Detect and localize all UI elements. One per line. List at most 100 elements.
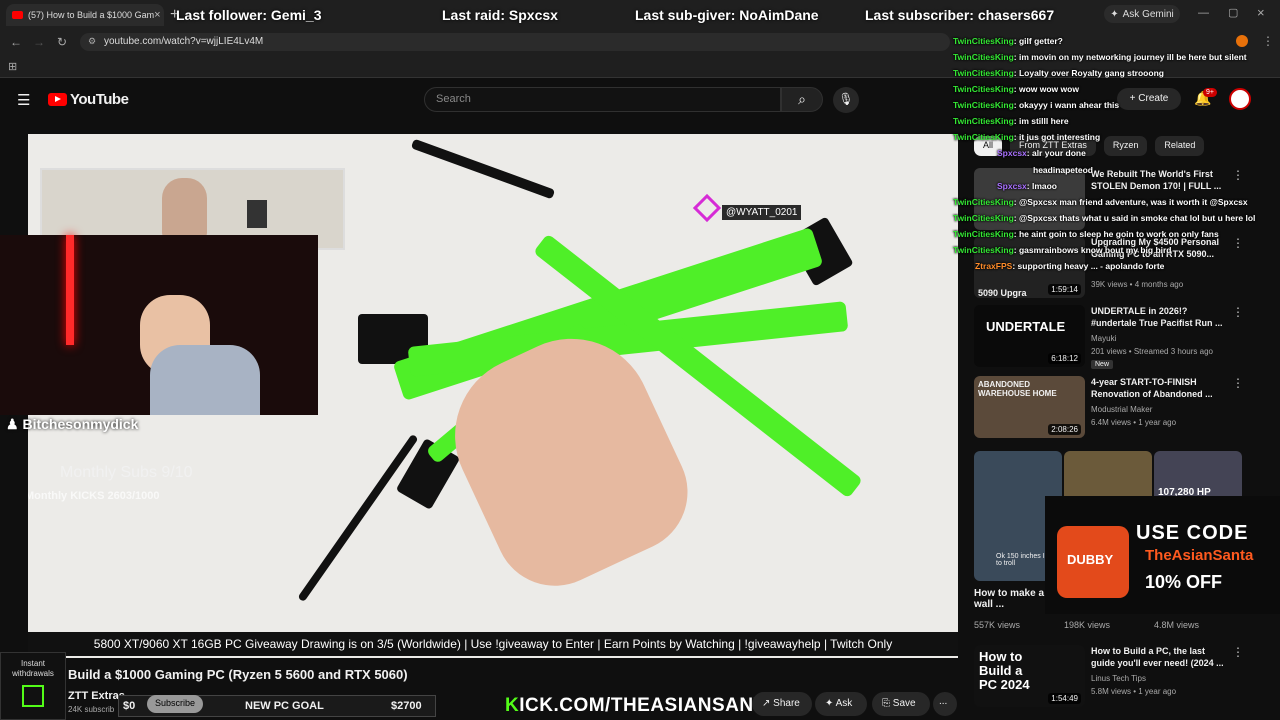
rec-title: We Rebuilt The World's First STOLEN Demo… <box>1091 169 1222 191</box>
chat-message: TwinCitiesKing: he aint goin to sleep he… <box>953 229 1219 239</box>
menu-dots-icon[interactable]: ⋮ <box>1262 34 1274 48</box>
ad-code-name: TheAsianSanta <box>1145 547 1254 564</box>
more-options-icon[interactable]: ⋮ <box>1232 645 1244 659</box>
recommendation-item[interactable]: ABANDONED WAREHOUSE HOME 2:08:26 4-year … <box>974 376 1274 440</box>
poster <box>247 200 267 228</box>
monthly-kicks-label: Monthly KICKS 2603/1000 <box>28 490 160 502</box>
kick-url-banner: KICK.COM/THEASIANSANTA <box>505 695 779 716</box>
browser-tab[interactable]: (57) How to Build a $1000 Gam × <box>6 4 164 26</box>
tab-title: (57) How to Build a $1000 Gam <box>28 10 155 20</box>
black-cable <box>297 433 419 603</box>
video-thumbnail: How to Build a PC 2024 1:54:49 <box>974 645 1085 707</box>
recommendation-item[interactable]: UNDERTALE 6:18:12 UNDERTALE in 2026!? #u… <box>974 305 1274 369</box>
chat-message: TwinCitiesKing: it jus got interesting <box>953 132 1101 142</box>
minimize-icon[interactable]: — <box>1198 7 1209 19</box>
rec-meta: 201 views • Streamed 3 hours ago <box>1091 347 1213 356</box>
product-tub: DUBBY <box>1057 526 1129 598</box>
video-title: Build a $1000 Gaming PC (Ryzen 5 5600 an… <box>68 667 408 682</box>
tab-close-icon[interactable]: × <box>154 9 160 21</box>
logo-icon <box>22 685 44 707</box>
notification-badge: 9+ <box>1203 88 1217 97</box>
chat-message: TwinCitiesKing: im stilll here <box>953 116 1069 126</box>
youtube-favicon-icon <box>12 11 23 19</box>
more-options-icon[interactable]: ⋮ <box>1232 236 1244 250</box>
last-subscriber-label: Last subscriber: chasers667 <box>865 7 1055 23</box>
channel-subscriber-count: 24K subscrib <box>68 705 115 714</box>
monthly-subs-label: Monthly Subs 9/10 <box>60 464 193 481</box>
bookmark-icon: ⎘ <box>882 698 890 709</box>
rec-meta: 39K views • 4 months ago <box>1091 280 1184 289</box>
chip-related[interactable]: Related <box>1155 136 1205 156</box>
recommendation-item[interactable]: How to Build a PC 2024 1:54:49 How to Bu… <box>974 645 1274 709</box>
sparkle-icon: ✦ <box>1110 8 1119 20</box>
last-raid-label: Last raid: Spxcsx <box>442 7 558 23</box>
black-cable <box>410 138 556 200</box>
last-follower-label: Last follower: Gemi_3 <box>176 7 322 23</box>
video-thumbnail: UNDERTALE 6:18:12 <box>974 305 1085 367</box>
ad-use-code: USE CODE <box>1136 522 1249 544</box>
video-thumbnail: ABANDONED WAREHOUSE HOME 2:08:26 <box>974 376 1085 438</box>
new-badge: New <box>1091 360 1114 369</box>
url-field[interactable]: ⚙ youtube.com/watch?v=wjjLIE4Lv4M <box>80 33 950 51</box>
chat-message: headinapeteod <box>1033 165 1093 175</box>
more-options-icon[interactable]: ⋮ <box>1232 168 1244 182</box>
rec-channel[interactable]: Mayuki <box>1091 334 1116 343</box>
share-button[interactable]: ↗ Share <box>752 692 812 716</box>
chat-message: TwinCitiesKing: @Spxcsx man friend adven… <box>953 197 1248 207</box>
search-button[interactable]: ⌕ <box>781 87 823 112</box>
short-views: 557K views <box>974 620 1021 630</box>
short-views: 4.8M views <box>1154 620 1200 630</box>
profile-icon[interactable] <box>1236 35 1248 47</box>
rec-title: 4-year START-TO-FINISH Renovation of Aba… <box>1091 377 1213 399</box>
subscribe-button[interactable]: Subscribe <box>147 695 203 713</box>
more-options-icon[interactable]: ⋮ <box>1232 305 1244 319</box>
name-tag: @WYATT_0201 <box>722 205 802 220</box>
mic-icon: 🎙 <box>838 92 854 106</box>
webcam-bottom <box>0 235 318 415</box>
voice-search-button[interactable]: 🎙 <box>833 87 859 113</box>
goal-label: NEW PC GOAL <box>245 700 324 712</box>
forward-icon[interactable]: → <box>33 35 45 49</box>
short-views: 198K views <box>1064 620 1111 630</box>
streamer-hoodie <box>150 345 260 415</box>
maximize-icon[interactable]: ▢ <box>1228 6 1238 19</box>
duration-badge: 1:59:14 <box>1048 284 1081 295</box>
chat-message: Spxcsx: lmaoo <box>997 181 1058 191</box>
led-strip <box>66 235 74 345</box>
window-close-icon[interactable]: × <box>1257 5 1265 20</box>
search-icon: ⌕ <box>798 91 806 107</box>
last-subgiver-label: Last sub-giver: NoAimDane <box>635 7 819 23</box>
chip-ryzen[interactable]: Ryzen <box>1103 136 1148 156</box>
back-icon[interactable]: ← <box>10 35 22 49</box>
hamburger-menu-icon[interactable]: ☰ <box>17 91 30 109</box>
account-avatar[interactable] <box>1229 88 1251 110</box>
chat-message: TwinCitiesKing: gilf getter? <box>953 36 1063 46</box>
rec-channel[interactable]: Linus Tech Tips <box>1091 674 1146 683</box>
site-info-icon[interactable]: ⚙ <box>88 36 96 47</box>
more-actions-button[interactable]: ... <box>933 692 957 716</box>
ask-gemini-button[interactable]: ✦ Ask Gemini <box>1104 5 1180 23</box>
giveaway-ticker: 5800 XT/9060 XT 16GB PC Giveaway Drawing… <box>28 632 958 656</box>
more-options-icon[interactable]: ⋮ <box>1232 376 1244 390</box>
duration-badge: 6:18:12 <box>1048 353 1081 364</box>
rec-channel[interactable]: Modustrial Maker <box>1091 405 1152 414</box>
apps-grid-icon[interactable]: ⊞ <box>8 60 17 73</box>
youtube-logo[interactable]: YouTube <box>48 91 129 108</box>
reload-icon[interactable]: ↻ <box>57 35 67 49</box>
duration-badge: 1:54:49 <box>1048 693 1081 704</box>
search-input[interactable]: Search <box>424 87 781 112</box>
rec-title: How to Build a PC, the last guide you'll… <box>1091 646 1224 668</box>
youtube-play-icon <box>48 93 67 106</box>
chat-message: TwinCitiesKing: wow wow wow <box>953 84 1079 94</box>
duration-badge: 2:08:26 <box>1048 424 1081 435</box>
channel-name[interactable]: ZTT Extras <box>68 690 125 702</box>
instant-withdrawals-badge: Instant withdrawals <box>0 652 66 720</box>
save-button[interactable]: ⎘ Save <box>872 692 930 716</box>
person-icon: ♟ <box>6 416 19 432</box>
chat-message: ZtraxFPS: supporting heavy ... - apoland… <box>975 261 1165 271</box>
ask-button[interactable]: ✦ Ask <box>815 692 867 716</box>
share-icon: ↗ <box>762 698 771 709</box>
create-button[interactable]: + Create <box>1117 88 1181 110</box>
chat-message: TwinCitiesKing: im movin on my networkin… <box>953 52 1247 62</box>
chat-message: Spxcsx: alr your done <box>997 148 1086 158</box>
